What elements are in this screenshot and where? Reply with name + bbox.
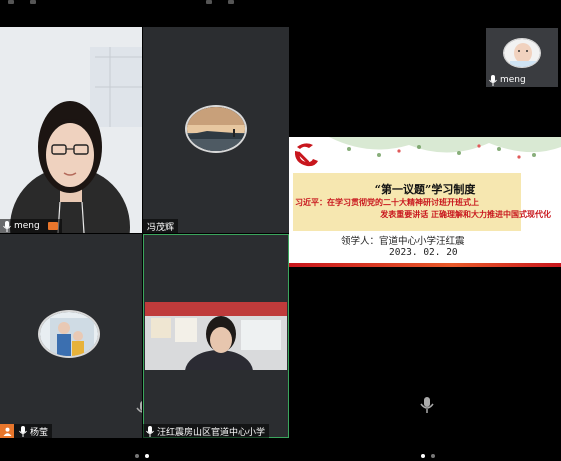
page-dot-active[interactable] — [421, 454, 425, 458]
participant-name: meng — [500, 75, 526, 85]
participant-tile-wang[interactable]: 汪红震房山区官道中心小学 — [143, 234, 289, 438]
status-icon — [8, 0, 14, 4]
video-conference-screen: meng 冯茂辉 杨莹 汪红震房山区官道中心小学 meng “第一议题”学习制度… — [0, 0, 561, 461]
participant-avatar — [38, 310, 100, 358]
participant-name: 汪红震房山区官道中心小学 — [157, 427, 266, 438]
page-dot[interactable] — [431, 454, 435, 458]
family-avatar-image — [40, 312, 98, 356]
status-icon — [30, 0, 36, 4]
mic-icon — [146, 425, 154, 437]
participant-tile-yang[interactable]: 杨莹 — [0, 234, 142, 438]
participant-name-tag: meng — [0, 219, 62, 233]
slide-subtitle-line2: 发表重要讲话 正确理解和大力推进中国式现代化 — [380, 210, 551, 219]
participant-name: 杨莹 — [30, 427, 49, 438]
participant-video-frame — [0, 27, 142, 233]
slide-title: “第一议题”学习制度 — [374, 183, 476, 196]
participant-name-tag: 杨莹 — [0, 424, 53, 438]
reaction-icon — [47, 222, 58, 230]
shared-screen-slide: “第一议题”学习制度 习近平：在学习贯彻党的二十大精神研讨班开班式上 发表重要讲… — [289, 137, 561, 267]
page-dot-active[interactable] — [145, 454, 149, 458]
participant-tile-meng[interactable]: meng — [0, 27, 142, 233]
participant-name-tag: 汪红震房山区官道中心小学 — [143, 424, 270, 438]
slide-subtitle-line1: 习近平：在学习贯彻党的二十大精神研讨班开班式上 — [295, 198, 479, 207]
page-indicator[interactable] — [135, 454, 149, 458]
participant-avatar — [503, 38, 541, 68]
participant-name: 冯茂辉 — [147, 222, 175, 233]
sunset-avatar-image — [187, 107, 245, 151]
baby-avatar-image — [504, 39, 540, 67]
mic-icon — [19, 425, 27, 437]
slide-header-decoration — [289, 137, 561, 173]
page-indicator[interactable] — [421, 454, 435, 458]
pip-participant-meng[interactable]: meng — [486, 28, 558, 87]
party-emblem-icon — [294, 143, 318, 167]
mic-icon — [489, 74, 497, 86]
participant-name-tag: 冯茂辉 — [143, 219, 179, 233]
mic-icon — [3, 220, 11, 232]
person-icon — [0, 424, 14, 438]
participant-tile-feng[interactable]: 冯茂辉 — [143, 27, 289, 233]
slide-leader: 领学人：官道中心小学汪红震 — [341, 236, 465, 247]
participant-video-frame — [145, 302, 287, 370]
participant-avatar — [185, 105, 247, 153]
slide-bottom-bar — [289, 263, 561, 267]
status-icon — [206, 0, 212, 4]
mic-icon — [420, 397, 434, 413]
participant-name-tag: meng — [486, 73, 530, 87]
slide-date: 2023. 02. 20 — [389, 247, 458, 258]
participant-name: meng — [14, 221, 40, 231]
page-dot[interactable] — [135, 454, 139, 458]
status-bar — [0, 0, 561, 8]
mic-icon — [136, 401, 142, 413]
status-icon — [228, 0, 234, 4]
